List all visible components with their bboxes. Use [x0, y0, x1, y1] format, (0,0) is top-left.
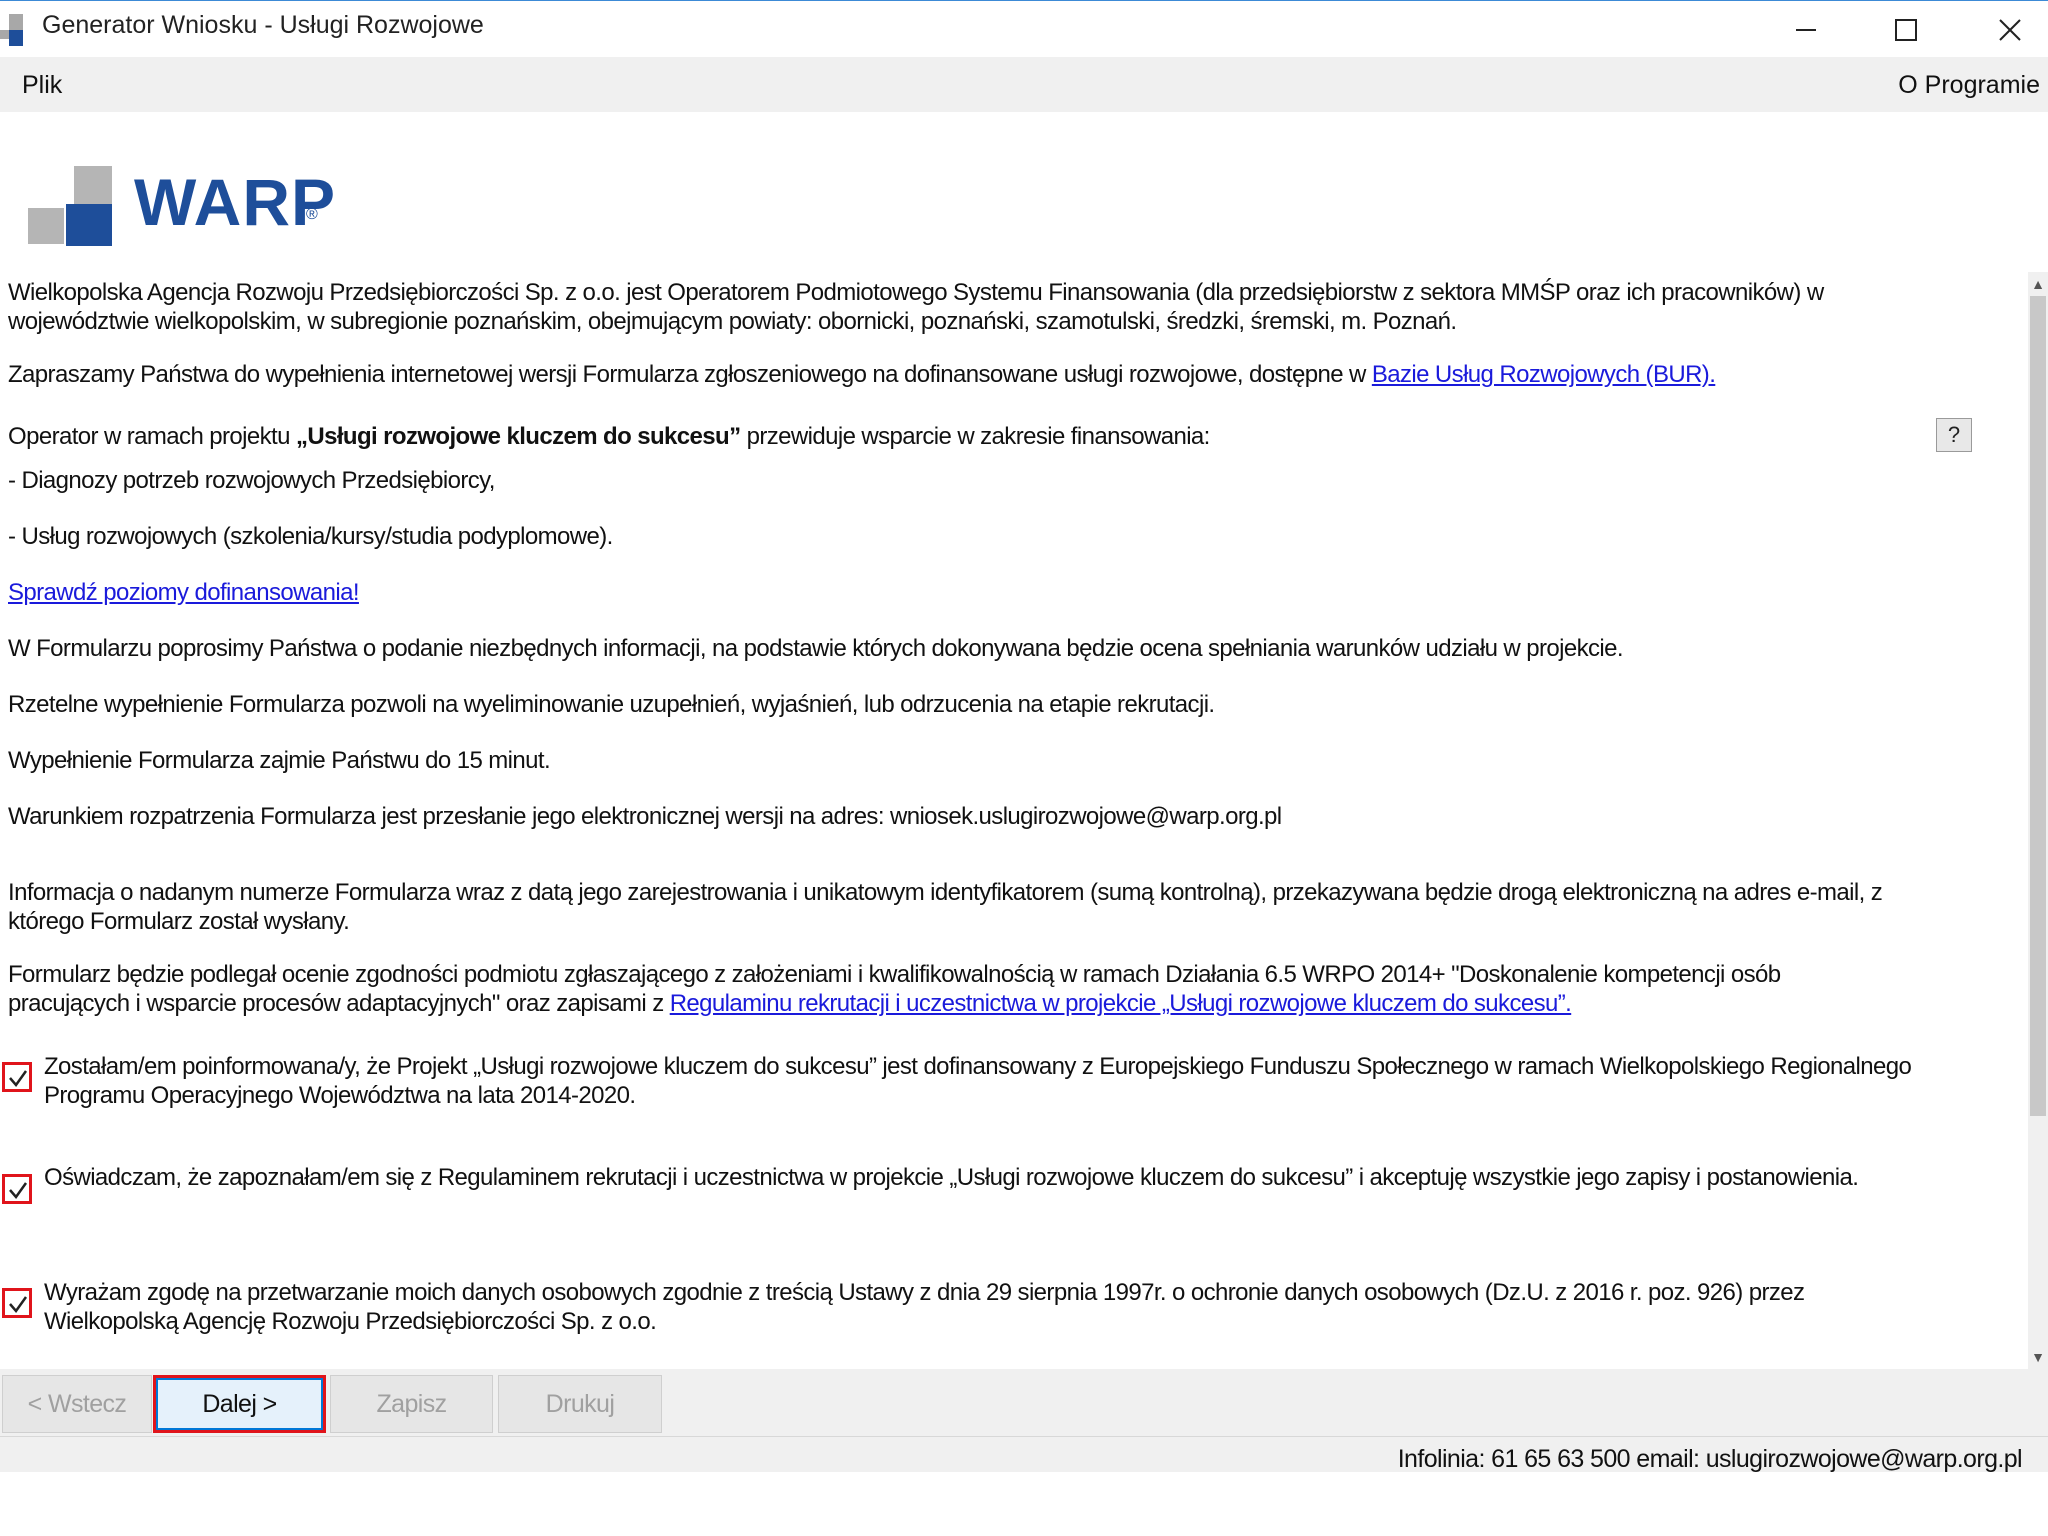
consent-2-checkbox[interactable]: [2, 1174, 32, 1204]
check-levels-link[interactable]: Sprawdź poziomy dofinansowania!: [8, 579, 360, 606]
consent-3-label[interactable]: Wyrażam zgodę na przetwarzanie moich dan…: [44, 1278, 1914, 1336]
warp-logo: WARP ®: [28, 156, 348, 246]
close-button[interactable]: [1960, 1, 2048, 58]
invite-paragraph: Zapraszamy Państwa do wypełnienia intern…: [8, 360, 1908, 389]
invite-text: Zapraszamy Państwa do wypełnienia intern…: [8, 361, 1372, 388]
back-button[interactable]: < Wstecz: [2, 1375, 152, 1433]
window-bottom-margin: [0, 1472, 2048, 1536]
content-panel: WARP ® Wielkopolska Agencja Rozwoju Prze…: [0, 112, 2028, 1369]
app-icon: [0, 14, 32, 46]
save-button[interactable]: Zapisz: [330, 1375, 493, 1433]
window-title: Generator Wniosku - Usługi Rozwojowe: [42, 11, 484, 39]
bullet-services: - Usług rozwojowych (szkolenia/kursy/stu…: [8, 523, 613, 550]
status-bar: Infolinia: 61 65 63 500 email: uslugiroz…: [0, 1436, 2048, 1473]
number-info-text: Informacja o nadanym numerze Formularza …: [8, 879, 1883, 935]
logo-wordmark: WARP: [134, 165, 336, 239]
menu-bar: Plik O Programie: [0, 57, 2048, 112]
consent-1-label[interactable]: Zostałam/em poinformowana/y, że Projekt …: [44, 1052, 1914, 1110]
check-levels-paragraph: Sprawdź poziomy dofinansowania!: [8, 578, 1908, 607]
project-name: „Usługi rozwojowe kluczem do sukcesu”: [295, 423, 741, 450]
minimize-icon: [1796, 28, 1816, 31]
condition-text: Warunkiem rozpatrzenia Formularza jest p…: [8, 803, 1282, 830]
next-button-label: Dalej >: [156, 1378, 323, 1430]
operator-paragraph: Operator w ramach projektu „Usługi rozwo…: [8, 422, 1908, 451]
menu-about[interactable]: O Programie: [1890, 69, 2048, 102]
assessment-paragraph: Formularz będzie podlegał ocenie zgodnoś…: [8, 960, 1908, 1018]
maximize-icon: [1895, 18, 1917, 41]
bur-link[interactable]: Bazie Usług Rozwojowych (BUR).: [1372, 361, 1716, 388]
minimize-button[interactable]: [1756, 1, 1856, 58]
bullet-diagnosis: - Diagnozy potrzeb rozwojowych Przedsięb…: [8, 467, 495, 494]
scroll-down-arrow-icon[interactable]: ▼: [2030, 1347, 2046, 1367]
logo-registered-mark: ®: [306, 206, 318, 223]
reliable-text: Rzetelne wypełnienie Formularza pozwoli …: [8, 691, 1215, 718]
print-button[interactable]: Drukuj: [498, 1375, 662, 1433]
time-text: Wypełnienie Formularza zajmie Państwu do…: [8, 747, 551, 774]
checkmark-icon: [9, 1296, 28, 1314]
consent-3-checkbox[interactable]: [2, 1288, 32, 1318]
operator-prefix: Operator w ramach projektu: [8, 423, 296, 450]
menu-file[interactable]: Plik: [14, 69, 70, 102]
checkmark-icon: [9, 1070, 28, 1088]
next-button[interactable]: Dalej >: [153, 1375, 326, 1433]
operator-suffix: przewiduje wsparcie w zakresie finansowa…: [740, 423, 1211, 450]
vertical-scrollbar[interactable]: ▲ ▼: [2028, 272, 2048, 1369]
checkmark-icon: [9, 1182, 28, 1200]
maximize-button[interactable]: [1856, 1, 1956, 58]
close-icon: [1999, 18, 2021, 41]
scroll-thumb[interactable]: [2030, 296, 2046, 1116]
navigation-bar: < Wstecz Dalej > Zapisz Drukuj: [0, 1369, 2048, 1436]
status-infoline: Infolinia: 61 65 63 500 email: uslugiroz…: [1397, 1445, 2023, 1473]
regulations-link[interactable]: Regulaminu rekrutacji i uczestnictwa w p…: [670, 990, 1572, 1017]
consent-1-checkbox[interactable]: [2, 1062, 32, 1092]
consent-2-label[interactable]: Oświadczam, że zapoznałam/em się z Regul…: [44, 1163, 1914, 1192]
help-button[interactable]: ?: [1936, 418, 1972, 452]
form-info-text: W Formularzu poprosimy Państwa o podanie…: [8, 635, 1624, 662]
intro-text: Wielkopolska Agencja Rozwoju Przedsiębio…: [8, 279, 1824, 335]
scroll-up-arrow-icon[interactable]: ▲: [2030, 274, 2046, 294]
title-bar: Generator Wniosku - Usługi Rozwojowe: [0, 0, 2048, 58]
